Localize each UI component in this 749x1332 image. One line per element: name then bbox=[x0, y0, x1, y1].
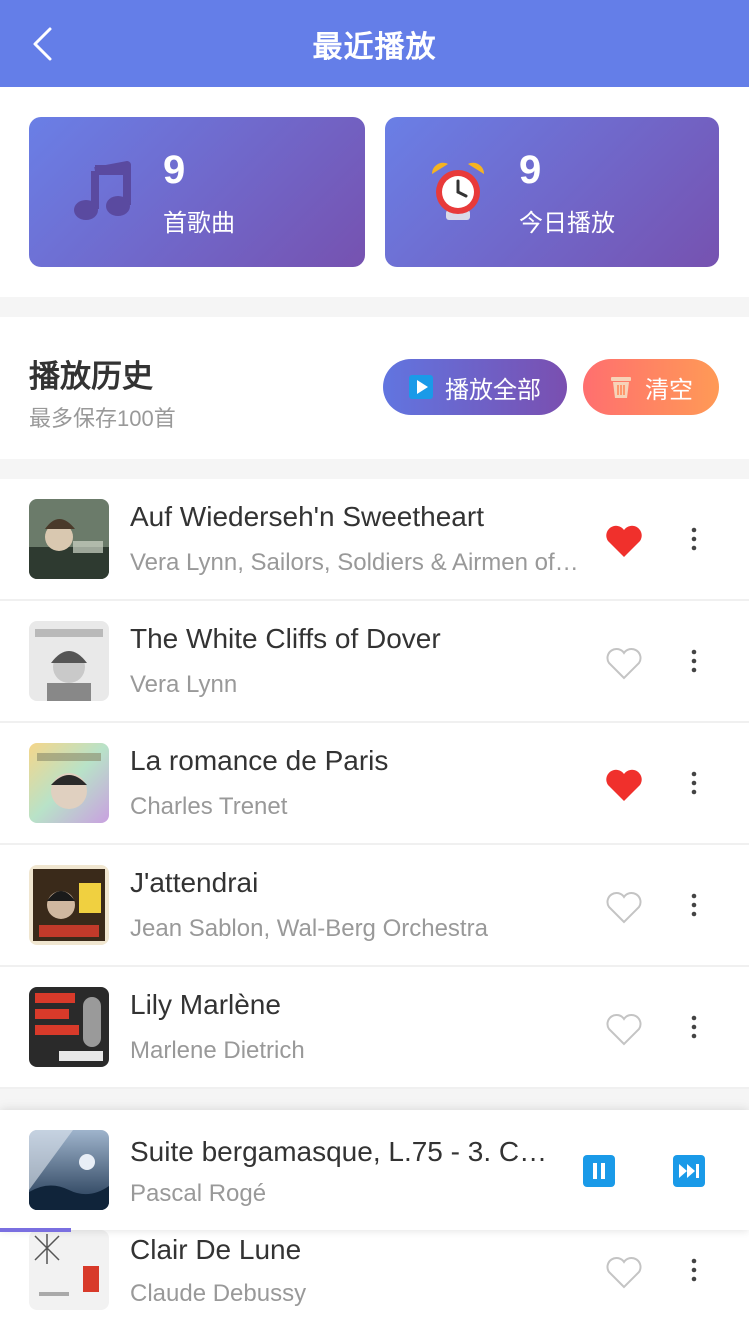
heart-filled-icon[interactable] bbox=[604, 767, 644, 803]
song-title: The White Cliffs of Dover bbox=[130, 623, 441, 654]
music-note-icon bbox=[67, 157, 137, 227]
play-all-label: 播放全部 bbox=[445, 376, 541, 404]
song-row[interactable]: The White Cliffs of Dover Vera Lynn bbox=[0, 601, 749, 723]
trash-icon bbox=[609, 375, 633, 399]
song-count-card: 9 首歌曲 bbox=[29, 117, 365, 267]
play-icon bbox=[409, 375, 433, 399]
album-cover bbox=[29, 743, 109, 823]
history-subtitle: 最多保存100首 bbox=[29, 406, 176, 431]
song-list-continued: Clair De Lune Claude Debussy bbox=[0, 1230, 749, 1332]
song-row[interactable]: La romance de Paris Charles Trenet bbox=[0, 723, 749, 845]
more-vertical-icon[interactable] bbox=[680, 645, 708, 677]
more-vertical-icon[interactable] bbox=[680, 889, 708, 921]
app-root: 最近播放 9 首歌曲 9 今日播放 播放历史 最多保存100首 播放全部 清空 … bbox=[0, 0, 749, 1332]
song-list: Auf Wiederseh'n Sweetheart Vera Lynn, Sa… bbox=[0, 479, 749, 1089]
song-count-value: 9 bbox=[163, 147, 186, 192]
today-plays-value: 9 bbox=[519, 147, 542, 192]
heart-outline-icon[interactable] bbox=[604, 645, 644, 681]
album-cover bbox=[29, 621, 109, 701]
more-vertical-icon[interactable] bbox=[680, 767, 708, 799]
stats-section: 9 首歌曲 9 今日播放 bbox=[0, 87, 749, 297]
now-playing-cover bbox=[29, 1130, 109, 1210]
clear-label: 清空 bbox=[645, 376, 693, 404]
pause-icon bbox=[583, 1155, 615, 1187]
pause-button[interactable] bbox=[583, 1155, 615, 1187]
song-title: La romance de Paris bbox=[130, 745, 389, 776]
history-header: 播放历史 最多保存100首 播放全部 清空 bbox=[0, 317, 749, 459]
heart-filled-icon[interactable] bbox=[604, 523, 644, 559]
heart-outline-icon[interactable] bbox=[604, 889, 644, 925]
skip-next-icon bbox=[673, 1155, 705, 1187]
heart-outline-icon[interactable] bbox=[604, 1254, 644, 1290]
more-vertical-icon[interactable] bbox=[680, 523, 708, 555]
album-cover bbox=[29, 1230, 109, 1310]
song-artist: Vera Lynn, Sailors, Soldiers & Airmen of… bbox=[130, 549, 580, 576]
history-title: 播放历史 bbox=[29, 359, 153, 394]
song-count-label: 首歌曲 bbox=[163, 209, 235, 237]
album-cover bbox=[29, 987, 109, 1067]
song-row[interactable]: J'attendrai Jean Sablon, Wal-Berg Orches… bbox=[0, 845, 749, 967]
album-cover bbox=[29, 499, 109, 579]
mini-player[interactable]: Suite bergamasque, L.75 - 3. Clair de lu… bbox=[0, 1110, 749, 1230]
playback-progress[interactable] bbox=[0, 1228, 749, 1232]
album-cover bbox=[29, 865, 109, 945]
song-artist: Jean Sablon, Wal-Berg Orchestra bbox=[130, 915, 488, 942]
more-vertical-icon[interactable] bbox=[680, 1254, 708, 1286]
play-all-button[interactable]: 播放全部 bbox=[383, 359, 567, 415]
heart-outline-icon[interactable] bbox=[604, 1011, 644, 1047]
song-title: Clair De Lune bbox=[130, 1234, 302, 1265]
more-vertical-icon[interactable] bbox=[680, 1011, 708, 1043]
song-row[interactable]: Clair De Lune Claude Debussy bbox=[0, 1230, 749, 1332]
clear-button[interactable]: 清空 bbox=[583, 359, 719, 415]
song-artist: Claude Debussy bbox=[130, 1280, 307, 1307]
top-bar: 最近播放 bbox=[0, 0, 749, 87]
back-button[interactable] bbox=[22, 24, 62, 64]
today-plays-card: 9 今日播放 bbox=[385, 117, 719, 267]
song-artist: Marlene Dietrich bbox=[130, 1037, 305, 1064]
today-plays-label: 今日播放 bbox=[519, 209, 615, 237]
song-title: Auf Wiederseh'n Sweetheart bbox=[130, 501, 484, 532]
next-button[interactable] bbox=[673, 1155, 705, 1187]
page-title: 最近播放 bbox=[312, 30, 437, 64]
song-row[interactable]: Lily Marlène Marlene Dietrich bbox=[0, 967, 749, 1089]
alarm-clock-icon bbox=[423, 157, 493, 227]
song-artist: Vera Lynn bbox=[130, 671, 238, 698]
playback-progress-fill bbox=[0, 1228, 72, 1232]
song-title: Lily Marlène bbox=[130, 989, 281, 1020]
now-playing-title: Suite bergamasque, L.75 - 3. Clair de lu… bbox=[130, 1136, 550, 1167]
song-title: J'attendrai bbox=[130, 867, 259, 898]
chevron-left-icon bbox=[33, 27, 52, 61]
song-artist: Charles Trenet bbox=[130, 793, 288, 820]
song-row[interactable]: Auf Wiederseh'n Sweetheart Vera Lynn, Sa… bbox=[0, 479, 749, 601]
now-playing-artist: Pascal Rogé bbox=[130, 1180, 267, 1207]
